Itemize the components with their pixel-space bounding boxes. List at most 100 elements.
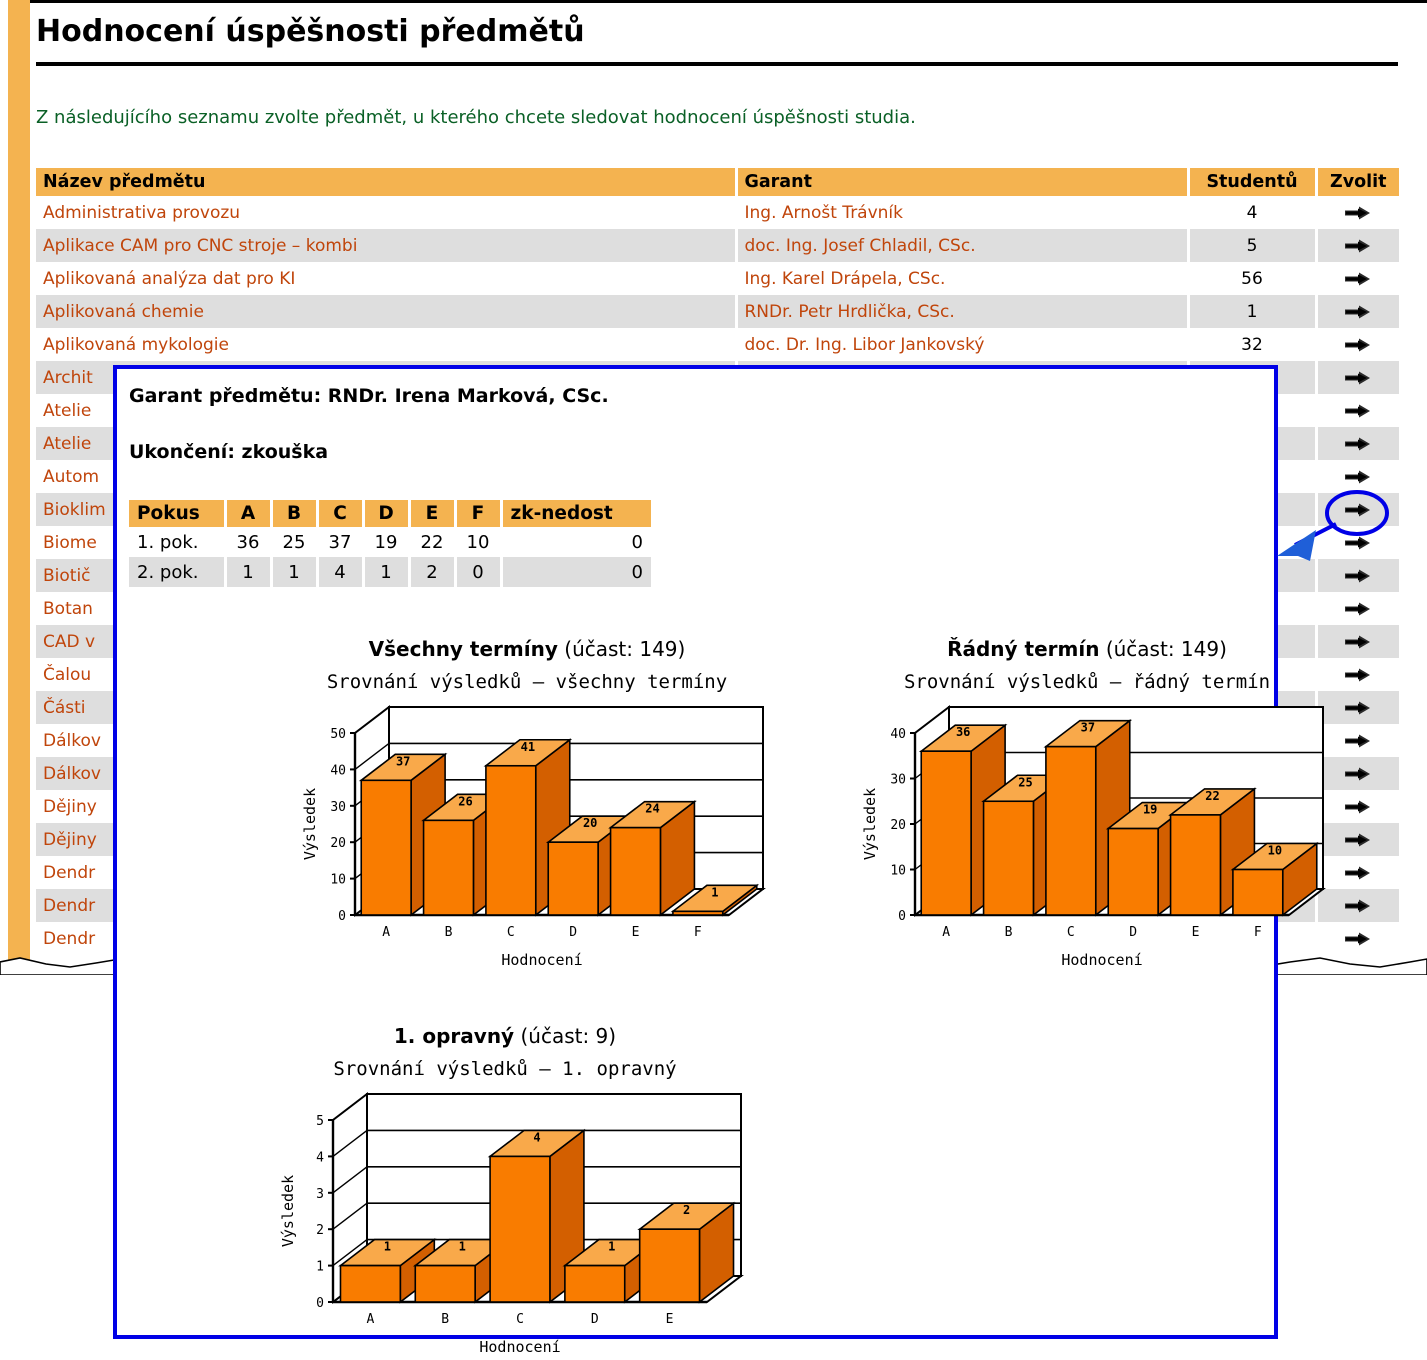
cell-select-action[interactable] [1316,196,1399,229]
chart-heading-opravny: 1. opravný (účast: 9) [225,1024,785,1048]
table-row[interactable]: Aplikovaná mykologie doc. Dr. Ing. Libor … [36,328,1399,361]
arrow-right-icon[interactable] [1344,205,1372,221]
bar-value-label: 4 [533,1130,540,1144]
attempts-cell-e: 2 [409,557,457,587]
xtick-label: E [1192,925,1200,940]
arrow-right-icon[interactable] [1344,436,1372,452]
xtick-label: F [694,925,702,940]
chart-heading-rest: (účast: 149) [564,637,686,661]
attempts-header-row: Pokus A B C D E F zk-nedost [129,500,651,527]
xtick-label: C [516,1312,524,1327]
attempts-cell-b: 25 [271,527,319,557]
arrow-right-icon[interactable] [1344,370,1372,386]
cell-select-action[interactable] [1316,427,1399,460]
cell-select-action[interactable] [1316,592,1399,625]
attempts-col-a: A [225,500,273,527]
xtick-label: C [1067,925,1075,940]
subject-detail-popup: Garant předmětu: RNDr. Irena Marková, CS… [113,365,1326,1356]
bar-value-label: 36 [956,725,970,739]
ytick-label: 0 [898,909,906,924]
intro-text: Z následujícího seznamu zvolte předmět, … [36,107,916,128]
xtick-label: D [569,925,577,940]
popup-ukonceni-line: Ukončení: zkouška [129,441,329,463]
attempts-cell-d: 19 [363,527,411,557]
attempts-cell-zk-nedost: 0 [501,557,651,587]
xtick-label: A [382,925,390,940]
ytick-label: 20 [330,836,346,851]
title-underline [36,62,1398,66]
arrow-right-icon[interactable] [1344,469,1372,485]
arrow-right-icon[interactable] [1344,304,1372,320]
chart-subtitle-radny: Srovnání výsledků – řádný termín [903,671,1271,693]
chart-heading-bold: Všechny termíny [368,637,558,661]
attempts-col-pokus: Pokus [129,500,227,527]
arrow-right-icon[interactable] [1344,601,1372,617]
chart-radny-termin: Řádný termín (účast: 149) Srovnání výsled… [817,637,1357,973]
bar-value-label: 25 [1018,775,1032,789]
arrow-right-icon[interactable] [1344,403,1372,419]
xtick-label: B [445,925,453,940]
chart-heading-rest: (účast: 149) [1105,637,1227,661]
cell-select-action[interactable] [1316,361,1399,394]
table-row[interactable]: Aplikace CAM pro CNC stroje – kombi doc. … [36,229,1399,262]
cell-subject-name[interactable]: Aplikovaná analýza dat pro KI [36,262,738,295]
left-accent-strip [8,0,30,966]
xtick-label: D [1129,925,1137,940]
arrow-right-icon[interactable] [1344,535,1372,551]
chart-canvas-all: 0 10 20 30 40 50 37 A 26 B 41 C 20 D 24 E 1 F Hodnocení Výs… [301,704,766,969]
bar-value-label: 37 [396,754,410,768]
cell-select-action[interactable] [1316,295,1399,328]
x-axis-title: Hodnocení [479,1338,560,1356]
cell-students: 1 [1188,295,1318,328]
xtick-label: B [1005,925,1013,940]
bar-value-label: 1 [711,885,718,899]
cell-students: 56 [1188,262,1318,295]
ytick-label: 1 [316,1260,324,1275]
bar-value-label: 24 [645,802,659,816]
arrow-right-icon[interactable] [1344,271,1372,287]
arrow-right-icon[interactable] [1344,568,1372,584]
table-row[interactable]: Aplikovaná analýza dat pro KI Ing. Karel … [36,262,1399,295]
bar-value-label: 19 [1143,803,1157,817]
cell-select-action[interactable] [1316,493,1399,526]
attempts-row: 1. pok. 36 25 37 19 22 10 0 [129,527,651,557]
attempts-col-b: B [271,500,319,527]
ytick-label: 4 [316,1150,324,1165]
cell-select-action[interactable] [1316,229,1399,262]
cell-garant: Ing. Karel Drápela, CSc. [736,262,1190,295]
cell-subject-name[interactable]: Aplikovaná mykologie [36,328,738,361]
xtick-label: D [591,1312,599,1327]
attempts-cell-f: 10 [455,527,503,557]
ytick-label: 50 [330,727,346,742]
cell-subject-name[interactable]: Administrativa provozu [36,196,738,229]
cell-select-action[interactable] [1316,262,1399,295]
attempts-cell-zk-nedost: 0 [631,531,643,553]
chart-canvas-radny: 0 10 20 30 40 36 A 25 B 37 C 19 D 22 E 10 F Hodnocení Výsl… [861,704,1326,969]
bar-value-label: 2 [683,1203,690,1217]
chart-subtitle-opravny: Srovnání výsledků – 1. opravný [333,1058,677,1080]
cell-select-action[interactable] [1316,526,1399,559]
cell-select-action[interactable] [1316,394,1399,427]
bar-value-label: 26 [458,794,472,808]
table-row[interactable]: Administrativa provozu Ing. Arnošt Trávní… [36,196,1399,229]
ytick-label: 10 [890,864,906,879]
xtick-label: E [666,1312,674,1327]
ytick-label: 30 [890,773,906,788]
arrow-right-icon[interactable] [1344,238,1372,254]
chart-subtitle-all: Srovnání výsledků – všechny termíny [326,671,728,693]
column-header-garant: Garant [736,168,1190,196]
chart-1-opravny: 1. opravný (účast: 9) Srovnání výsledků –… [225,1024,785,1360]
cell-select-action[interactable] [1316,559,1399,592]
cell-select-action[interactable] [1316,460,1399,493]
arrow-right-icon[interactable] [1344,337,1372,353]
cell-subject-name[interactable]: Aplikace CAM pro CNC stroje – kombi [36,229,738,262]
ytick-label: 40 [330,763,346,778]
column-header-students: Studentů [1188,168,1318,196]
table-row[interactable]: Aplikovaná chemie RNDr. Petr Hrdlička, CS… [36,295,1399,328]
cell-subject-name[interactable]: Aplikovaná chemie [36,295,738,328]
bar-value-label: 37 [1081,721,1095,735]
attempts-cell-e: 22 [409,527,457,557]
cell-select-action[interactable] [1316,328,1399,361]
cell-students: 5 [1188,229,1318,262]
arrow-right-icon[interactable] [1344,502,1372,518]
